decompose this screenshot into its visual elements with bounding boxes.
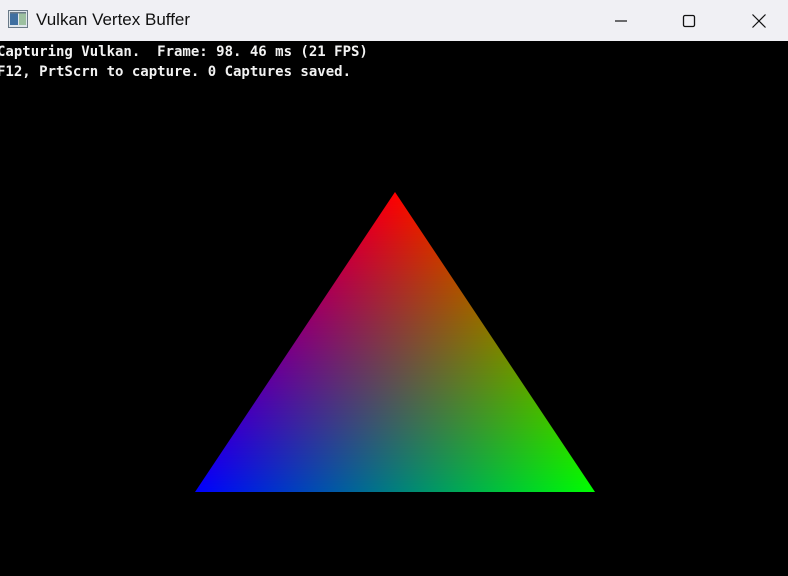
app-window: Vulkan Vertex Buffer Capturing Vulkan. F… — [0, 0, 788, 576]
minimize-button[interactable] — [586, 0, 656, 41]
triangle-scene — [195, 192, 595, 492]
window-title: Vulkan Vertex Buffer — [36, 10, 191, 29]
maximize-button[interactable] — [654, 0, 724, 41]
close-icon — [752, 13, 766, 28]
maximize-icon — [682, 14, 696, 27]
app-window-icon — [8, 10, 28, 28]
title-bar[interactable]: Vulkan Vertex Buffer — [0, 0, 788, 41]
render-viewport[interactable]: Capturing Vulkan. Frame: 98. 46 ms (21 F… — [0, 41, 788, 576]
close-button[interactable] — [724, 0, 788, 41]
minimize-icon — [615, 19, 627, 22]
